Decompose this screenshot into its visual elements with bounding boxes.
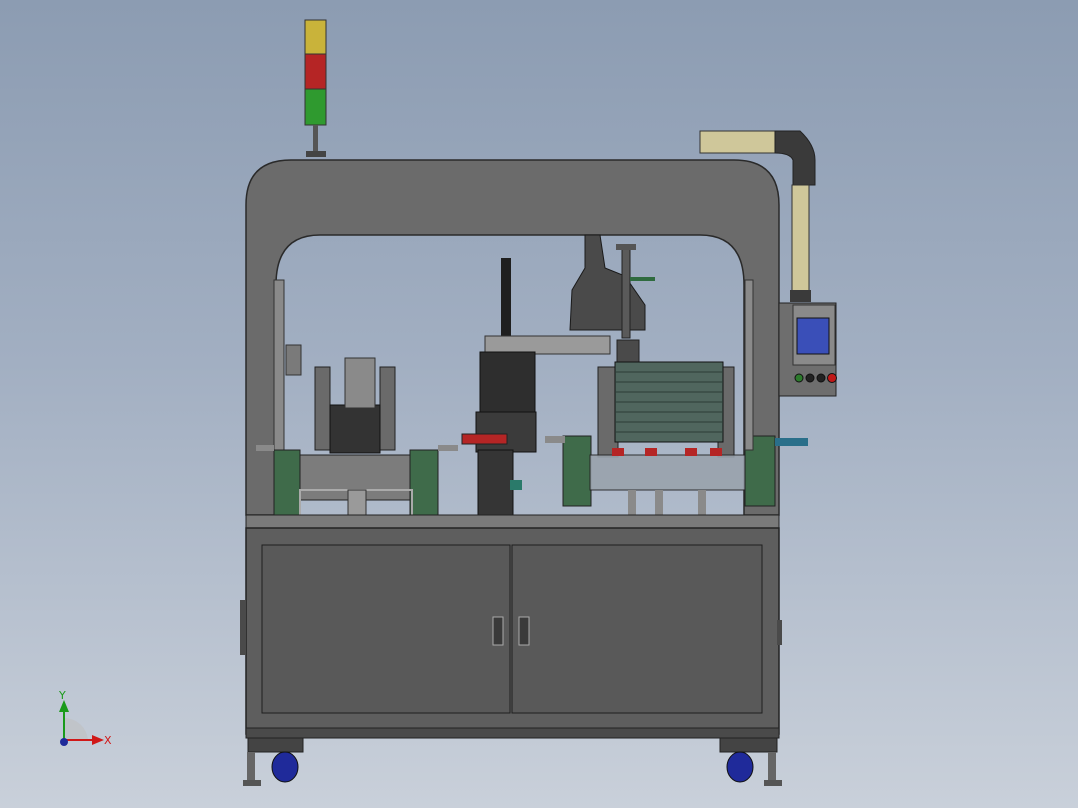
triad-y-label: Y bbox=[58, 689, 66, 702]
casters bbox=[243, 737, 782, 786]
cabinet-door-left[interactable] bbox=[261, 544, 511, 714]
right-green-panel bbox=[562, 435, 592, 507]
tower-base bbox=[306, 151, 326, 157]
machine-model[interactable]: Y X bbox=[0, 0, 1078, 808]
lower-cabinet bbox=[240, 527, 782, 739]
hmi-screen-icon[interactable] bbox=[796, 317, 830, 355]
tower-pole bbox=[313, 125, 318, 153]
cabinet-door-right[interactable] bbox=[511, 544, 763, 714]
tower-light-yellow bbox=[304, 19, 327, 55]
door-handle-right[interactable] bbox=[518, 616, 530, 646]
triad-x-label: X bbox=[104, 734, 112, 747]
signal-tower bbox=[304, 19, 327, 157]
panel-button-2[interactable] bbox=[816, 373, 826, 383]
panel-button-1[interactable] bbox=[805, 373, 815, 383]
caster-left-icon bbox=[271, 751, 299, 783]
left-green-panel-2 bbox=[409, 449, 439, 516]
control-panel[interactable] bbox=[778, 302, 837, 397]
left-green-panel bbox=[273, 449, 301, 516]
door-handle-left[interactable] bbox=[492, 616, 504, 646]
view-triad[interactable]: Y X bbox=[58, 689, 112, 747]
tower-light-red bbox=[304, 53, 327, 90]
red-fixture bbox=[461, 433, 508, 445]
tower-light-green bbox=[304, 88, 327, 126]
table-top bbox=[245, 514, 780, 530]
emergency-stop-button[interactable] bbox=[827, 373, 837, 383]
panel-button-green[interactable] bbox=[794, 373, 804, 383]
caster-right-icon bbox=[726, 751, 754, 783]
cad-viewport[interactable]: Y X bbox=[0, 0, 1078, 808]
